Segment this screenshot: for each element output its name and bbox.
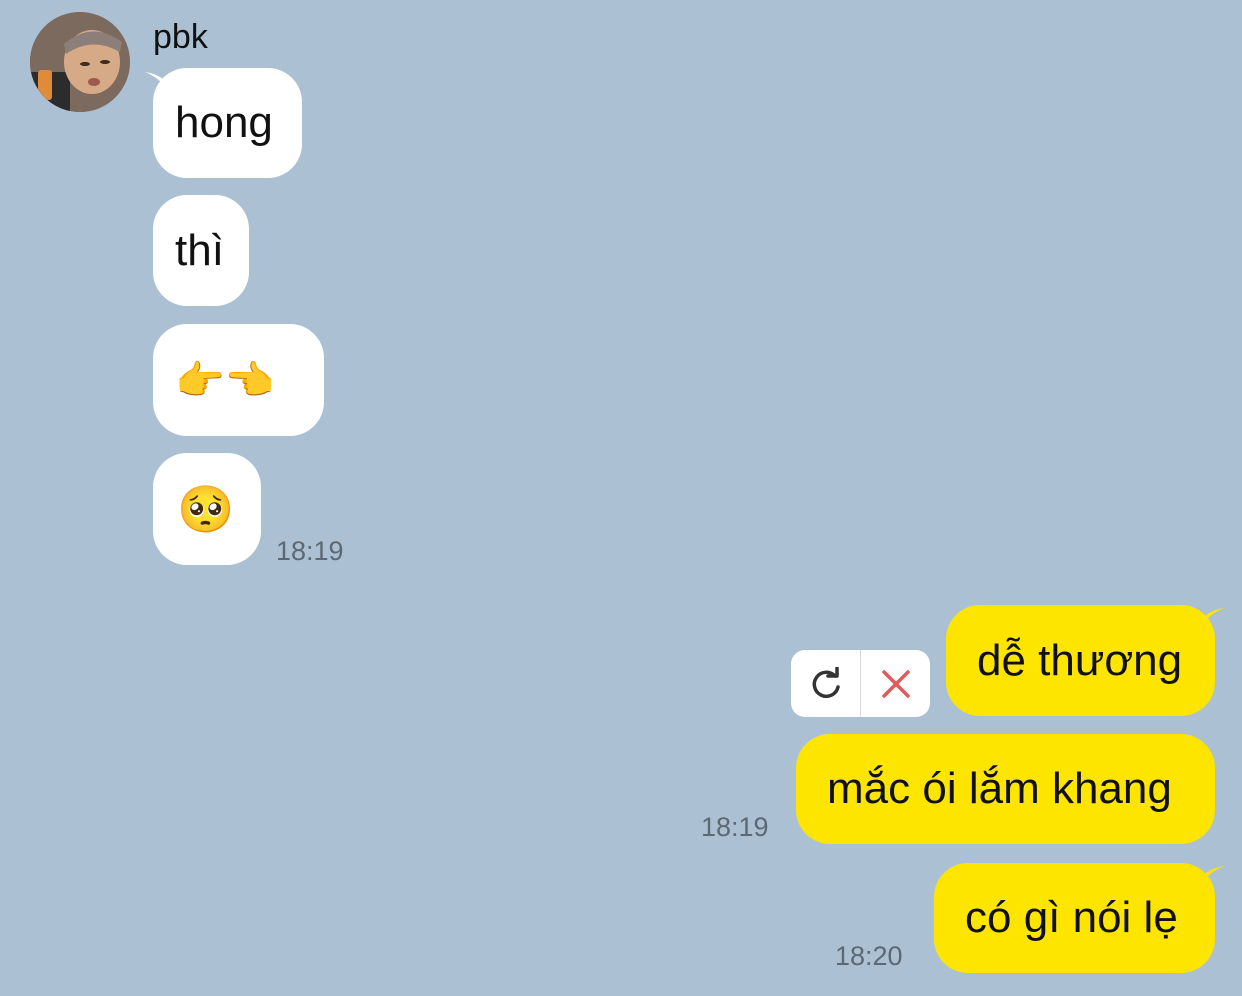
sender-name: pbk [153, 18, 208, 56]
message-text: thì [175, 225, 224, 275]
message-timestamp: 18:19 [701, 812, 769, 842]
incoming-message[interactable]: thì [153, 195, 249, 306]
incoming-message[interactable]: 🥺 [153, 453, 261, 565]
message-text: có gì nói lẹ [965, 893, 1178, 942]
message-text: 🥺 [177, 481, 235, 536]
message-text: hong [175, 98, 273, 147]
failed-message-actions [791, 650, 930, 717]
avatar-photo [30, 12, 130, 112]
incoming-message[interactable]: hong [153, 68, 302, 178]
message-text: 👉👈 [175, 357, 275, 404]
outgoing-message[interactable]: có gì nói lẹ [934, 863, 1215, 973]
delete-button[interactable] [861, 650, 930, 717]
incoming-message[interactable]: 👉👈 [153, 324, 324, 436]
message-timestamp: 18:20 [835, 941, 903, 971]
sender-avatar[interactable] [30, 12, 130, 112]
message-timestamp: 18:19 [276, 536, 344, 566]
retry-button[interactable] [791, 650, 860, 717]
outgoing-message[interactable]: mắc ói lắm khang [796, 734, 1215, 844]
message-text: dễ thương [977, 635, 1183, 685]
outgoing-message[interactable]: dễ thương [946, 605, 1215, 716]
close-icon [881, 669, 910, 698]
retry-icon [812, 666, 840, 698]
message-text: mắc ói lắm khang [827, 764, 1172, 813]
